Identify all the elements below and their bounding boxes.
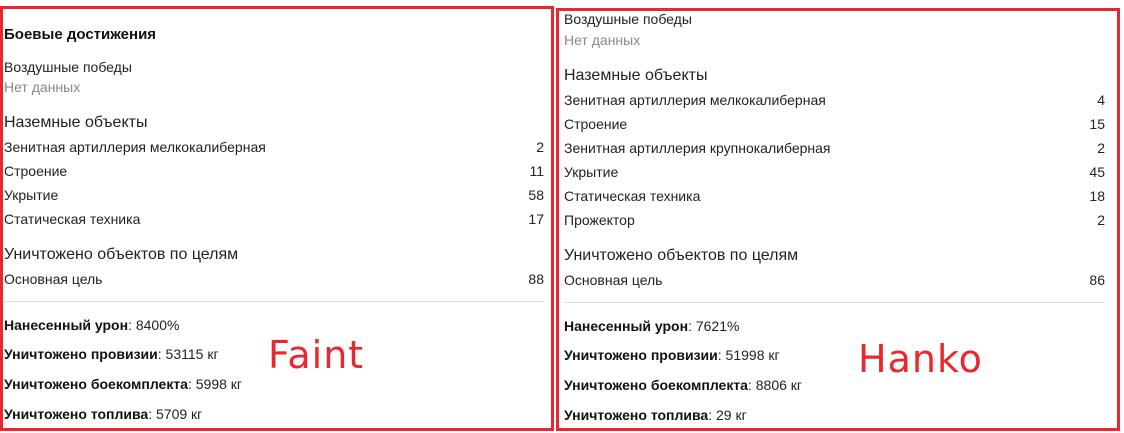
air-victories-title: Воздушные победы [4,59,132,75]
list-item: Статическая техника 18 [564,188,1105,204]
stat-value: : 29 кг [708,407,747,423]
stat-value: : 7621% [688,318,740,334]
stat-damage: Нанесенный урон: 8400% [4,317,179,333]
air-victories-empty: Нет данных [4,79,81,95]
list-item: Укрытие 45 [564,164,1105,180]
stat-provisions: Уничтожено провизии: 51998 кг [564,347,780,363]
targets-title: Уничтожено объектов по целям [564,247,799,264]
item-label: Статическая техника [564,188,701,204]
divider [564,302,1105,303]
stat-label: Уничтожено боекомплекта [4,376,188,392]
item-value: 4 [1097,92,1105,108]
item-value: 88 [528,271,544,287]
item-label: Строение [4,163,68,179]
stat-provisions: Уничтожено провизии: 53115 кг [4,346,219,362]
stat-value: : 8806 кг [747,377,803,393]
stat-damage: Нанесенный урон: 7621% [564,318,739,334]
targets-title: Уничтожено объектов по целям [4,246,239,263]
list-item: Строение 11 [4,163,544,179]
item-label: Статическая техника [4,211,141,227]
list-item: Прожектор 2 [564,212,1105,228]
stat-label: Нанесенный урон [4,317,129,333]
stat-value: : 5709 кг [148,406,203,422]
item-value: 2 [536,139,544,155]
left-achievements-panel: Боевые достижения Воздушные победы Нет д… [0,0,555,433]
list-item: Зенитная артиллерия крупнокалиберная 2 [564,140,1105,156]
item-value: 17 [528,211,544,227]
item-label: Основная цель [4,271,103,287]
item-label: Укрытие [564,164,619,180]
stat-ammo: Уничтожено боекомплекта: 8806 кг [564,377,802,393]
stat-label: Уничтожено топлива [564,407,709,423]
item-value: 45 [1089,164,1105,180]
stat-value: : 8400% [128,317,180,333]
stat-ammo: Уничтожено боекомплекта: 5998 кг [4,376,242,392]
list-item: Основная цель 86 [564,272,1105,288]
stat-value: : 5998 кг [187,376,243,392]
item-label: Прожектор [564,212,635,228]
air-victories-empty: Нет данных [564,32,641,48]
item-label: Основная цель [564,272,663,288]
stat-value: : 51998 кг [717,347,780,363]
ground-objects-title: Наземные объекты [564,67,708,84]
stat-label: Нанесенный урон [564,318,689,334]
item-value: 11 [529,163,544,179]
item-value: 2 [1097,140,1105,156]
item-value: 15 [1089,116,1105,132]
right-achievements-panel: Воздушные победы Нет данных Наземные объ… [555,0,1124,433]
stat-label: Уничтожено топлива [4,406,149,422]
divider [4,301,544,302]
stat-label: Уничтожено провизии [564,347,718,363]
item-label: Зенитная артиллерия мелкокалиберная [564,92,826,108]
item-value: 86 [1089,272,1105,288]
page-title: Боевые достижения [4,26,157,43]
list-item: Статическая техника 17 [4,211,544,227]
item-value: 58 [528,187,544,203]
item-label: Зенитная артиллерия крупнокалиберная [564,140,831,156]
list-item: Строение 15 [564,116,1105,132]
list-item: Укрытие 58 [4,187,544,203]
stat-fuel: Уничтожено топлива: 29 кг [564,407,747,423]
stat-label: Уничтожено провизии [4,346,158,362]
ground-objects-title: Наземные объекты [4,114,148,131]
item-label: Укрытие [4,187,59,203]
annotation-label-faint: Faint [268,333,365,377]
item-label: Строение [564,116,628,132]
stat-fuel: Уничтожено топлива: 5709 кг [4,406,202,422]
item-value: 18 [1089,188,1105,204]
item-label: Зенитная артиллерия мелкокалиберная [4,139,266,155]
stat-value: : 53115 кг [157,346,219,362]
item-value: 2 [1097,212,1105,228]
stat-label: Уничтожено боекомплекта [564,377,748,393]
list-item: Зенитная артиллерия мелкокалиберная 4 [564,92,1105,108]
air-victories-title: Воздушные победы [564,11,692,27]
list-item: Основная цель 88 [4,271,544,287]
annotation-label-hanko: Hanko [858,337,983,381]
list-item: Зенитная артиллерия мелкокалиберная 2 [4,139,544,155]
